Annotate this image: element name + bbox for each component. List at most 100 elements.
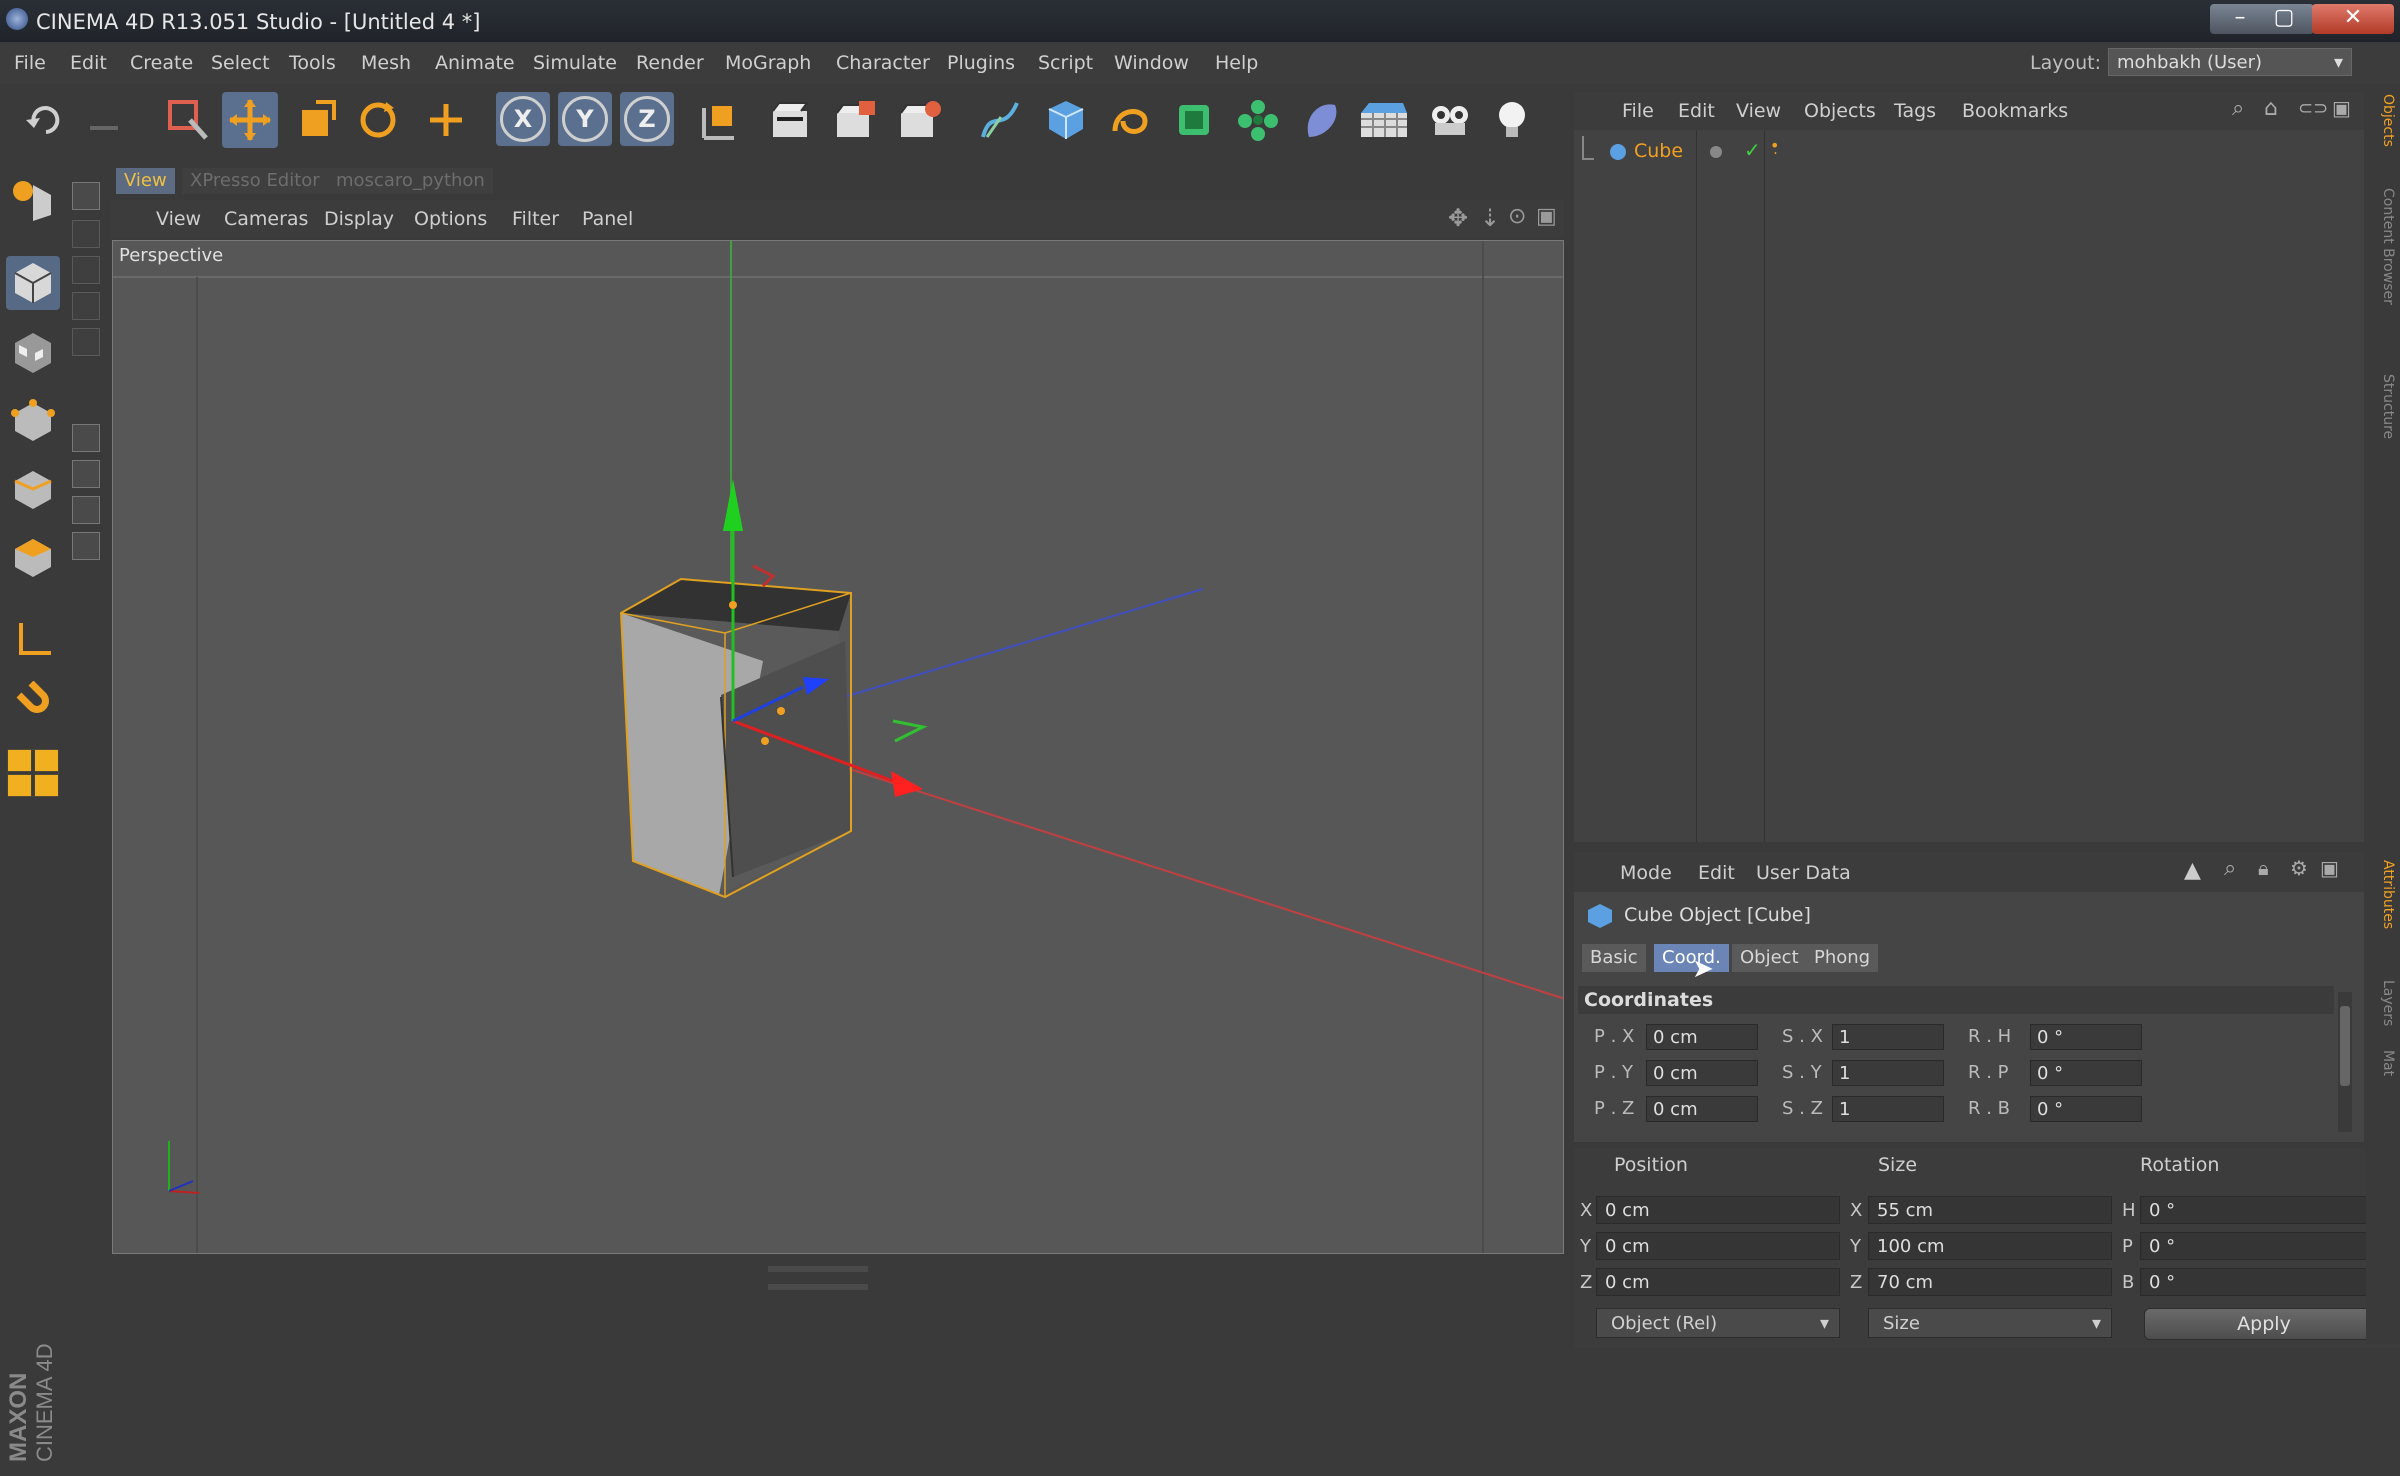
p-x-field[interactable]: 0 cm xyxy=(1646,1024,1758,1050)
perspective-viewport[interactable]: Perspective xyxy=(112,240,1564,1254)
am-menu-user-data[interactable]: User Data xyxy=(1756,862,1851,884)
workplane-icon[interactable] xyxy=(6,746,60,800)
model-mode-icon[interactable] xyxy=(6,256,60,310)
axis-mode-icon[interactable] xyxy=(6,612,60,666)
tab-xpresso-editor[interactable]: XPresso Editor xyxy=(182,168,328,194)
rotate-icon[interactable] xyxy=(350,92,406,148)
coordinate-mode-select[interactable]: Object (Rel) ▾ xyxy=(1596,1308,1840,1338)
maximize-button[interactable]: ▢ xyxy=(2254,4,2314,34)
menu-simulate[interactable]: Simulate xyxy=(533,52,617,74)
r-h-field[interactable]: 0 ° xyxy=(2030,1024,2142,1050)
side-tab-attributes[interactable]: Attributes xyxy=(2370,860,2396,929)
palette-tool-icon[interactable] xyxy=(72,256,100,284)
splitter-handle[interactable] xyxy=(768,1266,868,1272)
r-p-field[interactable]: 0 ° xyxy=(2030,1060,2142,1086)
om-menu-objects[interactable]: Objects xyxy=(1804,100,1876,122)
camera-icon[interactable] xyxy=(1422,92,1478,148)
size-x-field[interactable]: 55 cm xyxy=(1868,1196,2112,1224)
settings-icon[interactable]: ⚙ xyxy=(2290,856,2308,880)
palette-tool-icon[interactable] xyxy=(72,220,100,248)
link-icon[interactable]: ⊂⊃ xyxy=(2298,98,2328,119)
om-menu-file[interactable]: File xyxy=(1622,100,1654,122)
rotation-h-field[interactable]: 0 ° xyxy=(2140,1196,2390,1224)
splitter-handle[interactable] xyxy=(768,1284,868,1290)
search-icon[interactable]: ⌕ xyxy=(2224,856,2236,881)
new-panel-icon[interactable]: ▣ xyxy=(2320,856,2339,880)
menu-create[interactable]: Create xyxy=(130,52,193,74)
r-b-field[interactable]: 0 ° xyxy=(2030,1096,2142,1122)
scrollbar-thumb[interactable] xyxy=(2340,1006,2350,1086)
viewport-nav-rotate-icon[interactable]: ⊙ xyxy=(1508,204,1526,229)
tab-object[interactable]: Object xyxy=(1732,944,1807,972)
position-z-field[interactable]: 0 cm xyxy=(1596,1268,1840,1296)
size-z-field[interactable]: 70 cm xyxy=(1868,1268,2112,1296)
polygons-mode-icon[interactable] xyxy=(6,530,60,584)
deformer-icon[interactable] xyxy=(1294,92,1350,148)
om-menu-bookmarks[interactable]: Bookmarks xyxy=(1962,100,2068,122)
vp-menu-panel[interactable]: Panel xyxy=(582,208,633,230)
y-axis-lock-icon[interactable]: Y xyxy=(558,92,612,146)
menu-tools[interactable]: Tools xyxy=(289,52,336,74)
render-to-picture-viewer-icon[interactable] xyxy=(828,92,884,148)
s-y-field[interactable]: 1 xyxy=(1832,1060,1944,1086)
side-tab-structure[interactable]: Structure xyxy=(2370,374,2396,439)
edges-mode-icon[interactable] xyxy=(6,462,60,516)
render-settings-icon[interactable] xyxy=(892,92,948,148)
am-menu-mode[interactable]: Mode xyxy=(1620,862,1672,884)
menu-edit[interactable]: Edit xyxy=(70,52,107,74)
s-z-field[interactable]: 1 xyxy=(1832,1096,1944,1122)
light-icon[interactable] xyxy=(1484,92,1540,148)
render-view-icon[interactable] xyxy=(762,92,818,148)
undo-icon[interactable] xyxy=(16,92,72,148)
palette-tool-icon[interactable] xyxy=(72,460,100,488)
am-menu-edit[interactable]: Edit xyxy=(1698,862,1735,884)
mograph-cloner-icon[interactable] xyxy=(1230,92,1286,148)
snap-magnet-icon[interactable] xyxy=(6,678,60,732)
section-coordinates[interactable]: Coordinates xyxy=(1578,986,2334,1014)
palette-tool-icon[interactable] xyxy=(72,532,100,560)
vp-menu-options[interactable]: Options xyxy=(414,208,487,230)
menu-render[interactable]: Render xyxy=(636,52,704,74)
tab-basic[interactable]: Basic xyxy=(1582,944,1646,972)
scrollbar[interactable] xyxy=(2338,992,2352,1132)
nurbs-icon[interactable] xyxy=(1102,92,1158,148)
make-editable-icon[interactable] xyxy=(6,174,60,228)
layout-select[interactable]: mohbakh (User) ▾ xyxy=(2108,48,2352,76)
side-tab-mat[interactable]: Mat xyxy=(2370,1050,2396,1076)
cube-primitive-icon[interactable] xyxy=(1038,92,1094,148)
object-cube[interactable]: Cube xyxy=(1634,140,1683,162)
position-y-field[interactable]: 0 cm xyxy=(1596,1232,1840,1260)
scale-icon[interactable] xyxy=(288,92,344,148)
visibility-dot-icon[interactable] xyxy=(1710,146,1722,158)
menu-script[interactable]: Script xyxy=(1038,52,1093,74)
tab-phong[interactable]: Phong xyxy=(1806,944,1879,972)
move-icon[interactable] xyxy=(222,92,278,148)
add-object-icon[interactable] xyxy=(418,92,474,148)
palette-tool-icon[interactable] xyxy=(72,496,100,524)
rotation-p-field[interactable]: 0 ° xyxy=(2140,1232,2390,1260)
size-mode-select[interactable]: Size ▾ xyxy=(1868,1308,2112,1338)
menu-window[interactable]: Window xyxy=(1114,52,1189,74)
menu-file[interactable]: File xyxy=(14,52,46,74)
om-menu-edit[interactable]: Edit xyxy=(1678,100,1715,122)
new-panel-icon[interactable]: ▣ xyxy=(2332,96,2351,120)
array-icon[interactable] xyxy=(1166,92,1222,148)
x-axis-lock-icon[interactable]: X xyxy=(496,92,550,146)
live-selection-icon[interactable] xyxy=(160,92,216,148)
position-x-field[interactable]: 0 cm xyxy=(1596,1196,1840,1224)
vp-menu-filter[interactable]: Filter xyxy=(512,208,559,230)
search-icon[interactable]: ⌕ xyxy=(2232,96,2244,121)
viewport-toggle-icon[interactable]: ▣ xyxy=(1536,204,1557,229)
menu-select[interactable]: Select xyxy=(211,52,270,74)
palette-tool-icon[interactable] xyxy=(72,328,100,356)
palette-tool-icon[interactable] xyxy=(72,182,100,210)
size-y-field[interactable]: 100 cm xyxy=(1868,1232,2112,1260)
tag-icon[interactable]: •̣ xyxy=(1770,136,1779,155)
viewport-nav-zoom-icon[interactable]: ⇣ xyxy=(1480,204,1500,232)
vp-menu-view[interactable]: View xyxy=(156,208,201,230)
menu-mograph[interactable]: MoGraph xyxy=(725,52,811,74)
om-menu-view[interactable]: View xyxy=(1736,100,1781,122)
menu-mesh[interactable]: Mesh xyxy=(361,52,411,74)
close-button[interactable]: ✕ xyxy=(2312,4,2394,34)
side-tab-content-browser[interactable]: Content Browser xyxy=(2370,188,2396,305)
